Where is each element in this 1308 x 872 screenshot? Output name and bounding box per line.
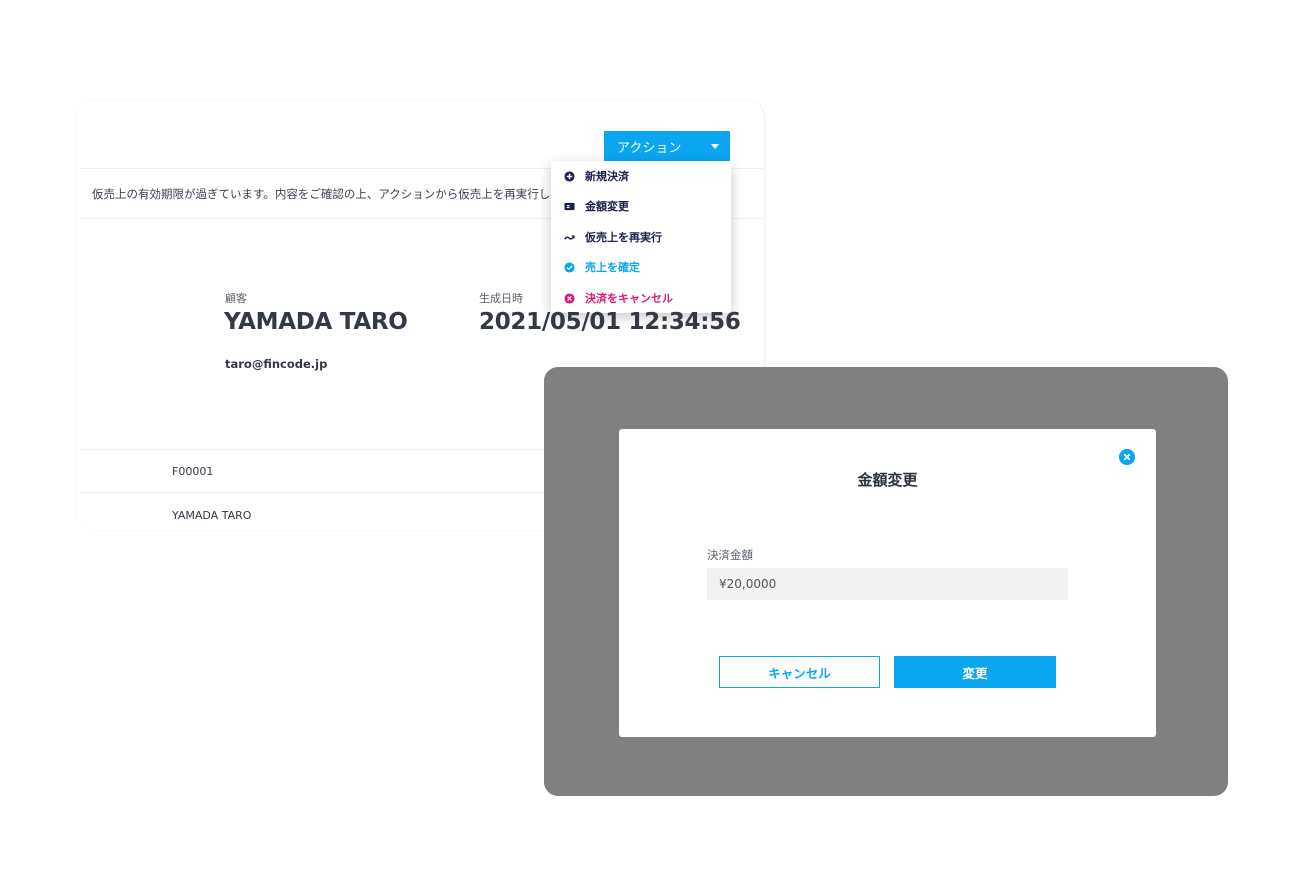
amount-field-label: 決済金額 — [707, 548, 753, 562]
divider — [80, 449, 550, 450]
yen-card-icon — [564, 202, 575, 210]
menu-item-new-payment[interactable]: 新規決済 — [551, 161, 731, 191]
action-menu: 新規決済 金額変更 仮売上を再実行 売上を確定 決済をキャンセル — [551, 161, 731, 313]
action-dropdown-button[interactable]: アクション — [604, 131, 730, 161]
change-amount-modal: 金額変更 決済金額 キャンセル 変更 — [619, 429, 1156, 737]
menu-item-change-amount[interactable]: 金額変更 — [551, 191, 731, 221]
amount-field[interactable] — [707, 568, 1068, 600]
created-at-value: 2021/05/01 12:34:56 — [479, 309, 741, 335]
customer-label: 顧客 — [225, 292, 247, 305]
menu-item-label: 新規決済 — [585, 170, 629, 183]
menu-item-confirm-sale[interactable]: 売上を確定 — [551, 252, 731, 282]
retry-icon — [564, 234, 575, 240]
menu-item-label: 仮売上を再実行 — [585, 231, 662, 244]
expiry-notice: 仮売上の有効期限が過ぎています。内容をご確認の上、アクションから仮売上を再実行し… — [92, 187, 562, 201]
caret-down-icon — [711, 144, 719, 149]
modal-title: 金額変更 — [857, 471, 918, 489]
change-button[interactable]: 変更 — [894, 656, 1056, 688]
x-circle-icon — [564, 292, 575, 304]
menu-item-label: 決済をキャンセル — [585, 292, 673, 305]
created-at-label: 生成日時 — [479, 292, 523, 305]
check-circle-icon — [564, 261, 575, 273]
cancel-button[interactable]: キャンセル — [719, 656, 880, 688]
menu-item-label: 金額変更 — [585, 200, 629, 213]
plus-circle-icon — [564, 170, 575, 182]
table-row: YAMADA TARO — [172, 509, 252, 522]
customer-name: YAMADA TARO — [224, 309, 408, 335]
customer-email: taro@fincode.jp — [225, 357, 328, 371]
menu-item-retry-authorization[interactable]: 仮売上を再実行 — [551, 222, 731, 252]
action-button-label: アクション — [617, 140, 682, 156]
divider — [80, 492, 550, 493]
table-row: F00001 — [172, 465, 214, 478]
menu-item-label: 売上を確定 — [585, 261, 640, 274]
close-icon[interactable] — [1119, 449, 1135, 465]
